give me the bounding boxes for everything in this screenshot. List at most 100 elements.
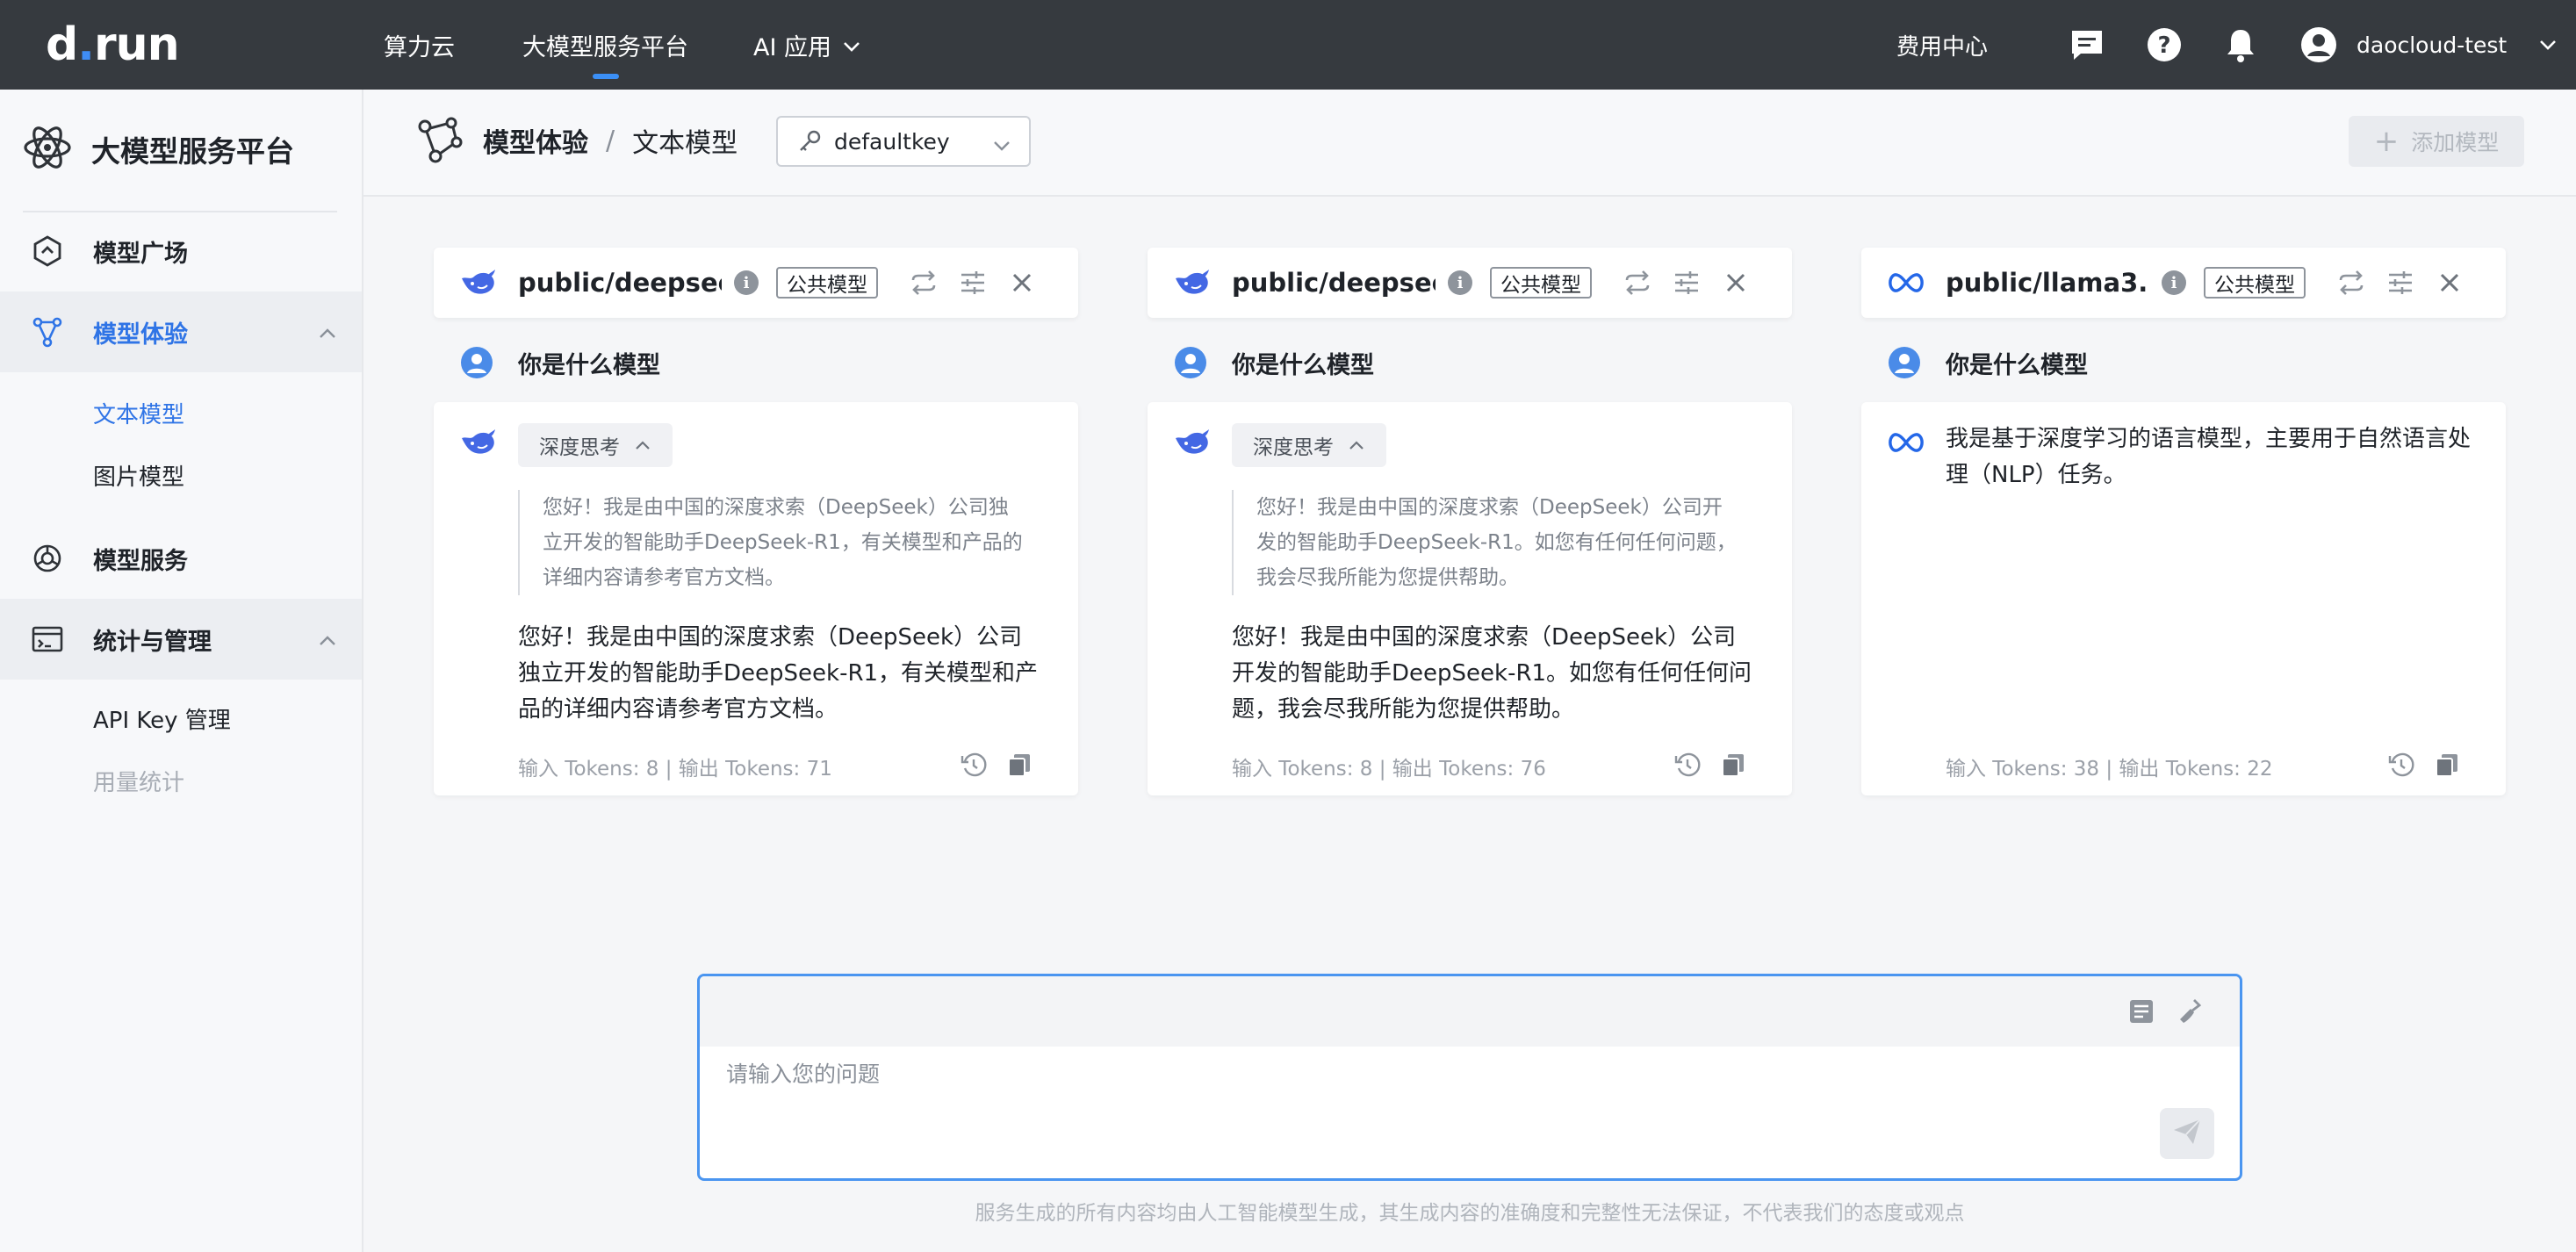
breadcrumb-root[interactable]: 模型体验 bbox=[483, 121, 588, 160]
key-icon bbox=[797, 129, 822, 154]
chevron-up-icon bbox=[1348, 440, 1365, 450]
token-count: 输入 Tokens: 8 | 输出 Tokens: 76 bbox=[1232, 758, 1546, 781]
settings-sliders-icon[interactable] bbox=[2386, 269, 2414, 297]
answer-card: 深度思考 您好！我是由中国的深度求索（DeepSeek）公司独立开发的智能助手D… bbox=[434, 402, 1078, 795]
copy-icon[interactable] bbox=[1718, 750, 1748, 780]
chat-input-box bbox=[697, 974, 2242, 1181]
logo[interactable]: d.run bbox=[46, 19, 180, 70]
user-question: 你是什么模型 bbox=[434, 341, 1078, 385]
meta-infinity-icon bbox=[1888, 265, 1925, 300]
clear-broom-icon[interactable] bbox=[2175, 996, 2206, 1027]
info-icon[interactable]: i bbox=[2162, 270, 2186, 295]
send-button[interactable] bbox=[2160, 1108, 2214, 1159]
username[interactable]: daocloud-test bbox=[2357, 0, 2507, 90]
sidebar-item-model-square[interactable]: 模型广场 bbox=[0, 211, 362, 291]
sidebar-subitem-usage-stats[interactable]: 用量统计 bbox=[93, 763, 184, 798]
answer-card: 深度思考 您好！我是由中国的深度求索（DeepSeek）公司开发的智能助手Dee… bbox=[1148, 402, 1792, 795]
message-icon[interactable] bbox=[2068, 25, 2106, 64]
sidebar-item-model-service[interactable]: 模型服务 bbox=[0, 518, 362, 599]
copy-icon[interactable] bbox=[2432, 750, 2462, 780]
sidebar-subitem-api-key[interactable]: API Key 管理 bbox=[93, 701, 231, 736]
help-icon[interactable]: ? bbox=[2145, 25, 2184, 64]
sidebar-title: 大模型服务平台 bbox=[91, 134, 294, 169]
public-model-badge: 公共模型 bbox=[1490, 267, 1592, 299]
bell-icon[interactable] bbox=[2221, 25, 2260, 64]
answer-text: 我是基于深度学习的语言模型，主要用于自然语言处理（NLP）任务。 bbox=[1946, 426, 2472, 488]
deepseek-whale-icon bbox=[460, 425, 497, 460]
close-icon[interactable] bbox=[1722, 269, 1750, 297]
page-header: 模型体验 / 文本模型 defaultkey + 添加模型 bbox=[363, 90, 2576, 197]
sidebar-item-label: 模型广场 bbox=[93, 240, 188, 268]
sidebar-item-stats-manage[interactable]: 统计与管理 bbox=[0, 599, 362, 680]
model-header: public/llama3.2... i 公共模型 bbox=[1861, 248, 2506, 318]
user-avatar-icon[interactable] bbox=[2299, 25, 2338, 64]
add-model-button[interactable]: + 添加模型 bbox=[2349, 116, 2524, 167]
model-header: public/deepsee... i 公共模型 bbox=[1148, 248, 1792, 318]
breadcrumb-separator: / bbox=[606, 125, 615, 156]
regenerate-icon[interactable] bbox=[1673, 750, 1702, 780]
prompt-template-icon[interactable] bbox=[2126, 996, 2157, 1027]
token-count: 输入 Tokens: 8 | 输出 Tokens: 71 bbox=[518, 758, 832, 781]
api-key-select[interactable]: defaultkey bbox=[776, 116, 1031, 167]
disclaimer-text: 服务生成的所有内容均由人工智能模型生成，其生成内容的准确度和完整性无法保证，不代… bbox=[975, 1202, 1965, 1225]
answer-text: 您好！我是由中国的深度求索（DeepSeek）公司开发的智能助手DeepSeek… bbox=[1232, 624, 1752, 723]
answer-card: 我是基于深度学习的语言模型，主要用于自然语言处理（NLP）任务。 输入 Toke… bbox=[1861, 402, 2506, 795]
info-icon[interactable]: i bbox=[734, 270, 759, 295]
stats-manage-icon bbox=[30, 622, 65, 657]
user-avatar-icon bbox=[1175, 347, 1206, 378]
switch-model-icon[interactable] bbox=[1623, 269, 1651, 297]
switch-model-icon[interactable] bbox=[2337, 269, 2365, 297]
answer-text: 您好！我是由中国的深度求索（DeepSeek）公司独立开发的智能助手DeepSe… bbox=[518, 624, 1039, 723]
close-icon[interactable] bbox=[2436, 269, 2464, 297]
close-icon[interactable] bbox=[1008, 269, 1036, 297]
deep-thinking-label: 深度思考 bbox=[1253, 436, 1334, 459]
question-input[interactable] bbox=[726, 1057, 2148, 1145]
api-key-value: defaultkey bbox=[834, 128, 950, 155]
send-icon bbox=[2172, 1118, 2202, 1149]
sidebar-item-model-experience[interactable]: 模型体验 bbox=[0, 291, 362, 372]
sidebar-subitem-text-model[interactable]: 文本模型 bbox=[93, 395, 184, 430]
model-service-icon bbox=[30, 541, 65, 576]
breadcrumb: 模型体验 / 文本模型 bbox=[416, 114, 738, 167]
public-model-badge: 公共模型 bbox=[2204, 267, 2306, 299]
nav-ai-apps[interactable]: AI 应用 bbox=[753, 0, 861, 90]
chevron-down-icon bbox=[842, 32, 861, 59]
billing-center-link[interactable]: 费用中心 bbox=[1896, 0, 1988, 90]
user-avatar-icon bbox=[461, 347, 493, 378]
question-text: 你是什么模型 bbox=[518, 351, 660, 379]
user-avatar-icon bbox=[1889, 347, 1920, 378]
user-menu-chevron-icon[interactable] bbox=[2529, 25, 2567, 64]
nav-llm-platform[interactable]: 大模型服务平台 bbox=[522, 0, 688, 90]
question-text: 你是什么模型 bbox=[1232, 351, 1374, 379]
copy-icon[interactable] bbox=[1004, 750, 1034, 780]
disclaimer: 服务生成的所有内容均由人工智能模型生成，其生成内容的准确度和完整性无法保证，不代… bbox=[0, 1196, 2576, 1226]
model-name: public/deepsee... bbox=[518, 268, 722, 298]
model-name: public/deepsee... bbox=[1232, 268, 1436, 298]
chevron-up-icon bbox=[318, 319, 337, 346]
user-question: 你是什么模型 bbox=[1148, 341, 1792, 385]
input-toolbar bbox=[700, 976, 2240, 1047]
deep-thinking-toggle[interactable]: 深度思考 bbox=[518, 423, 673, 467]
regenerate-icon[interactable] bbox=[959, 750, 989, 780]
model-square-icon bbox=[30, 234, 65, 269]
settings-sliders-icon[interactable] bbox=[959, 269, 987, 297]
settings-sliders-icon[interactable] bbox=[1673, 269, 1701, 297]
token-count: 输入 Tokens: 38 | 输出 Tokens: 22 bbox=[1946, 758, 2273, 781]
breadcrumb-icon bbox=[416, 116, 465, 165]
sidebar-item-label: 模型服务 bbox=[93, 547, 188, 575]
chevron-down-icon bbox=[992, 132, 1011, 157]
add-model-label: 添加模型 bbox=[2411, 130, 2500, 155]
nav-compute-cloud[interactable]: 算力云 bbox=[384, 0, 455, 90]
deep-thinking-toggle[interactable]: 深度思考 bbox=[1232, 423, 1386, 467]
thinking-content: 您好！我是由中国的深度求索（DeepSeek）公司开发的智能助手DeepSeek… bbox=[1232, 490, 1741, 595]
deepseek-whale-icon bbox=[1174, 425, 1211, 460]
sidebar-subitem-image-model[interactable]: 图片模型 bbox=[93, 457, 184, 493]
switch-model-icon[interactable] bbox=[910, 269, 938, 297]
sidebar-item-label: 统计与管理 bbox=[93, 628, 212, 656]
info-icon[interactable]: i bbox=[1448, 270, 1472, 295]
regenerate-icon[interactable] bbox=[2386, 750, 2416, 780]
svg-text:?: ? bbox=[2157, 32, 2170, 59]
model-experience-icon bbox=[30, 314, 65, 349]
model-header: public/deepsee... i 公共模型 bbox=[434, 248, 1078, 318]
deepseek-whale-icon bbox=[1174, 265, 1211, 300]
